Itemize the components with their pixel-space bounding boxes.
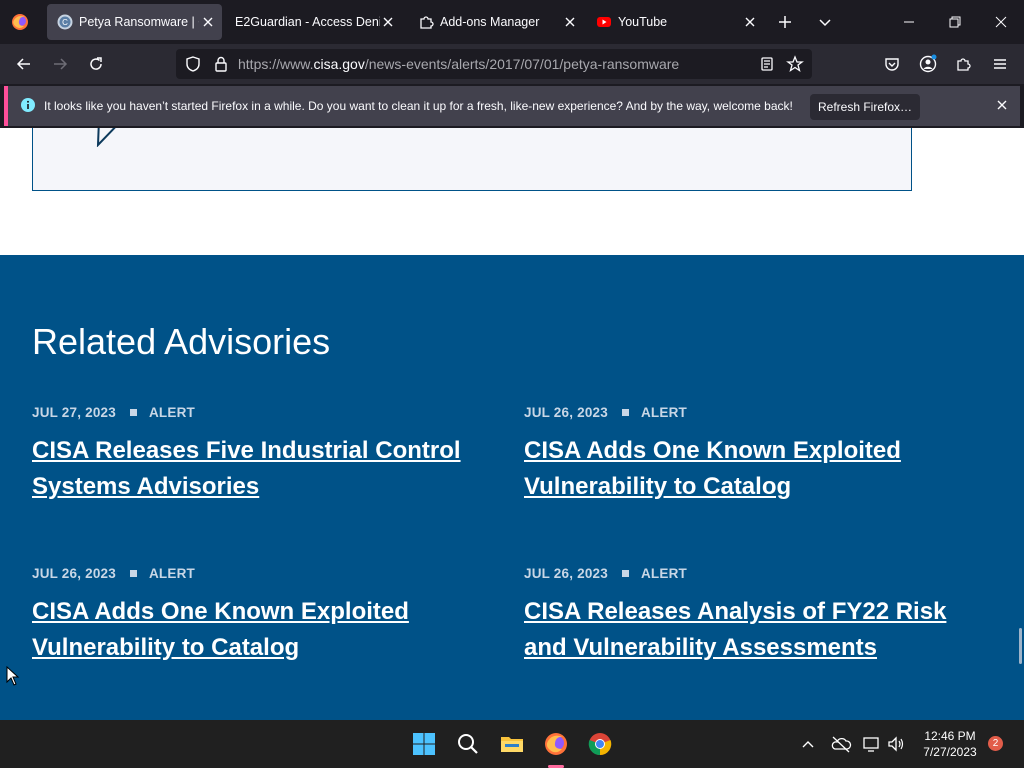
advisory-title-link[interactable]: CISA Releases Five Industrial Control Sy… [32, 433, 492, 505]
clock-date: 7/27/2023 [923, 745, 977, 759]
tab-label: YouTube [618, 15, 668, 29]
related-advisories-section: Related Advisories JUL 27, 2023 ALERT CIS… [0, 255, 1024, 720]
url-bar[interactable]: https://www.cisa.gov/news-events/alerts/… [176, 49, 812, 79]
advisory-date: JUL 26, 2023 [32, 566, 116, 581]
page-scrollbar-thumb[interactable] [1019, 628, 1022, 664]
restore-window-icon[interactable] [932, 0, 978, 44]
advisory-date: JUL 26, 2023 [524, 566, 608, 581]
advisory-title-link[interactable]: CISA Releases Analysis of FY22 Risk and … [524, 594, 964, 666]
tab-label: Petya Ransomware | CISA [79, 15, 199, 29]
windows-start-icon[interactable] [408, 728, 440, 760]
close-tab-icon[interactable] [562, 14, 578, 30]
navigation-toolbar: https://www.cisa.gov/news-events/alerts/… [0, 44, 1024, 84]
network-icon[interactable] [862, 734, 882, 754]
advisory-item: JUL 26, 2023 ALERT CISA Adds One Known Ex… [32, 566, 492, 666]
tab-label: E2Guardian - Access Denied [235, 15, 380, 29]
reload-icon[interactable] [82, 50, 110, 78]
advisory-item: JUL 26, 2023 ALERT CISA Adds One Known Ex… [524, 405, 984, 505]
url-domain: cisa.gov [313, 56, 365, 72]
firefox-taskbar-icon[interactable] [540, 728, 572, 760]
svg-text:C: C [62, 18, 68, 27]
info-icon [20, 97, 36, 113]
advisory-type: ALERT [148, 405, 195, 420]
url-text[interactable]: https://www.cisa.gov/news-events/alerts/… [238, 56, 679, 72]
file-explorer-icon[interactable] [496, 728, 528, 760]
onedrive-offline-icon[interactable] [830, 734, 852, 754]
tab-label: Add-ons Manager [440, 15, 540, 29]
bookmark-star-icon[interactable] [786, 55, 804, 73]
youtube-icon [596, 14, 612, 30]
chrome-icon[interactable] [584, 728, 616, 760]
tab-youtube[interactable]: YouTube [588, 4, 764, 40]
tab-e2guardian[interactable]: E2Guardian - Access Denied [226, 4, 402, 40]
related-advisories-heading: Related Advisories [32, 321, 331, 362]
system-clock[interactable]: 12:46 PM 7/27/2023 [916, 728, 984, 760]
advisory-date: JUL 27, 2023 [32, 405, 116, 420]
minimize-window-icon[interactable] [886, 0, 932, 44]
close-tab-icon[interactable] [200, 14, 216, 30]
advisory-title-link[interactable]: CISA Adds One Known Exploited Vulnerabil… [32, 594, 432, 666]
lock-icon[interactable] [212, 55, 230, 73]
advisory-title-link[interactable]: CISA Adds One Known Exploited Vulnerabil… [524, 433, 924, 505]
url-prefix: https://www. [238, 56, 314, 72]
advisory-item: JUL 27, 2023 ALERT CISA Releases Five Ind… [32, 405, 492, 505]
windows-taskbar: 12:46 PM 7/27/2023 [0, 720, 1024, 768]
tracking-protection-shield-icon[interactable] [184, 55, 202, 73]
forward-arrow-icon[interactable] [46, 50, 74, 78]
advisory-date: JUL 26, 2023 [524, 405, 608, 420]
tab-petya-ransomware[interactable]: C Petya Ransomware | CISA [47, 4, 222, 40]
notification-message: It looks like you haven’t started Firefo… [44, 99, 793, 113]
new-tab-icon[interactable] [776, 13, 794, 31]
pocket-icon[interactable] [878, 50, 906, 78]
extensions-puzzle-icon[interactable] [950, 50, 978, 78]
firefox-view-icon[interactable] [10, 12, 30, 32]
advisory-item: JUL 26, 2023 ALERT CISA Releases Analysis… [524, 566, 984, 666]
account-icon[interactable] [914, 50, 942, 78]
page-content: Related Advisories JUL 27, 2023 ALERT CIS… [0, 128, 1024, 720]
list-all-tabs-icon[interactable] [816, 13, 834, 31]
close-tab-icon[interactable] [742, 14, 758, 30]
hamburger-menu-icon[interactable] [986, 50, 1014, 78]
puzzle-icon [418, 14, 434, 30]
refresh-firefox-button[interactable]: Refresh Firefox… [810, 94, 920, 120]
clock-time: 12:46 PM [924, 729, 976, 743]
search-icon[interactable] [452, 728, 484, 760]
advisory-type: ALERT [640, 405, 687, 420]
separator-square-icon [621, 409, 629, 417]
separator-square-icon [129, 409, 137, 417]
advisory-meta: JUL 27, 2023 ALERT [32, 405, 492, 421]
close-tab-icon[interactable] [380, 14, 396, 30]
advisory-meta: JUL 26, 2023 ALERT [524, 405, 984, 421]
separator-square-icon [129, 570, 137, 578]
cisa-favicon-icon: C [57, 14, 73, 30]
advisory-type: ALERT [640, 566, 687, 581]
reader-view-icon[interactable] [758, 55, 776, 73]
separator-square-icon [621, 570, 629, 578]
triangle-graphic-icon [96, 128, 116, 147]
content-card [32, 128, 912, 191]
url-path: /news-events/alerts/2017/07/01/petya-ran… [364, 56, 680, 72]
close-notification-icon[interactable] [994, 97, 1010, 113]
advisory-type: ALERT [148, 566, 195, 581]
show-hidden-icons-chevron-icon[interactable] [800, 736, 816, 752]
mouse-cursor-icon [6, 666, 20, 686]
tab-addons-manager[interactable]: Add-ons Manager [408, 4, 584, 40]
close-window-icon[interactable] [978, 0, 1024, 44]
tab-bar: C Petya Ransomware | CISA E2Guardian - A… [0, 0, 1024, 44]
advisory-meta: JUL 26, 2023 ALERT [32, 566, 492, 582]
notification-count-badge[interactable]: 2 [988, 736, 1003, 751]
advisory-meta: JUL 26, 2023 ALERT [524, 566, 984, 582]
refresh-firefox-notification: It looks like you haven’t started Firefo… [4, 86, 1020, 126]
volume-icon[interactable] [886, 734, 906, 754]
back-arrow-icon[interactable] [10, 50, 38, 78]
